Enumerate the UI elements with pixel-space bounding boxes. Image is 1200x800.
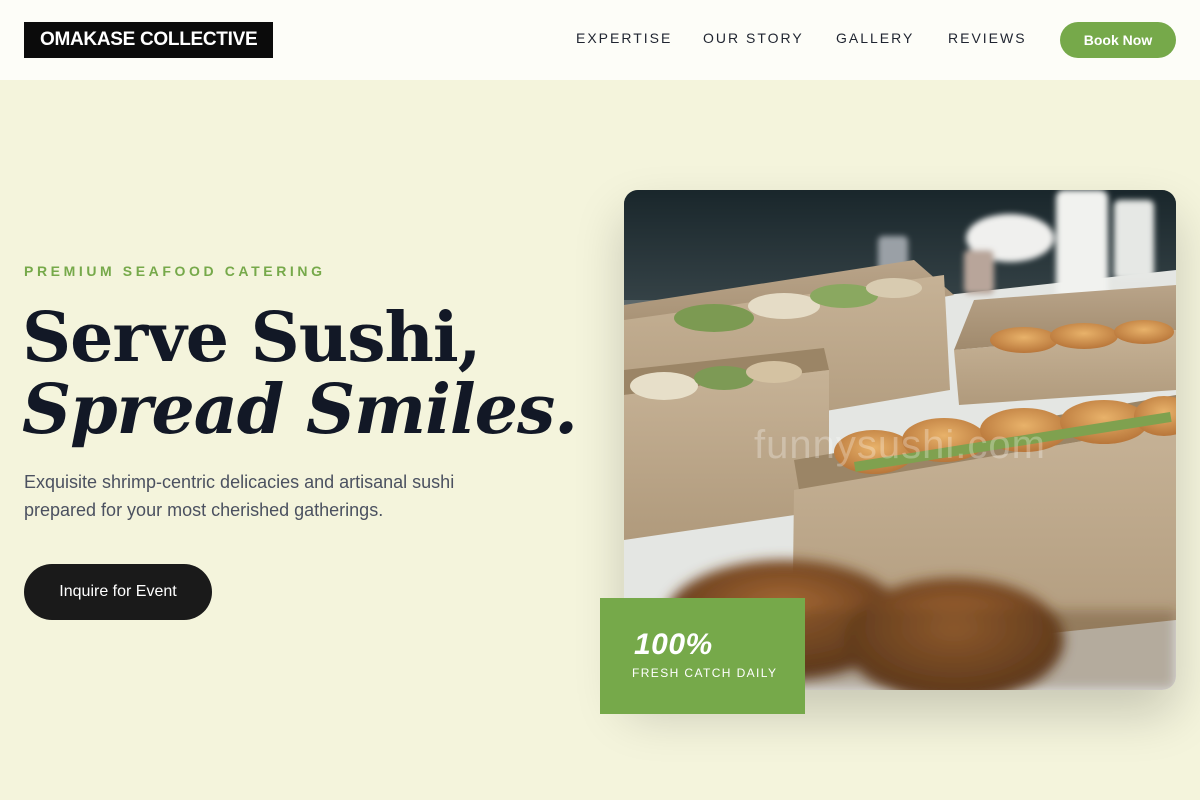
site-header: OMAKASE COLLECTIVE EXPERTISE OUR STORY G… (0, 0, 1200, 80)
hero-subcopy: Exquisite shrimp-centric delicacies and … (24, 472, 455, 520)
stat-label: FRESH CATCH DAILY (632, 666, 778, 680)
brand-logo[interactable]: OMAKASE COLLECTIVE (24, 22, 274, 58)
photo-watermark: funnysushi.com (754, 423, 1046, 467)
stat-value: 100% (634, 628, 713, 661)
nav-link-our-story[interactable]: OUR STORY (703, 28, 804, 48)
hero-eyebrow: PREMIUM SEAFOOD CATERING (24, 263, 326, 279)
fresh-catch-badge: 100% FRESH CATCH DAILY (600, 598, 805, 714)
nav-link-reviews[interactable]: REVIEWS (948, 28, 1027, 48)
inquire-event-button[interactable]: Inquire for Event (24, 564, 212, 620)
nav-link-expertise[interactable]: EXPERTISE (576, 28, 672, 48)
nav-link-gallery[interactable]: GALLERY (836, 28, 914, 48)
book-now-button[interactable]: Book Now (1060, 22, 1176, 58)
hero-headline-line2: Spread Smiles. (22, 370, 578, 450)
